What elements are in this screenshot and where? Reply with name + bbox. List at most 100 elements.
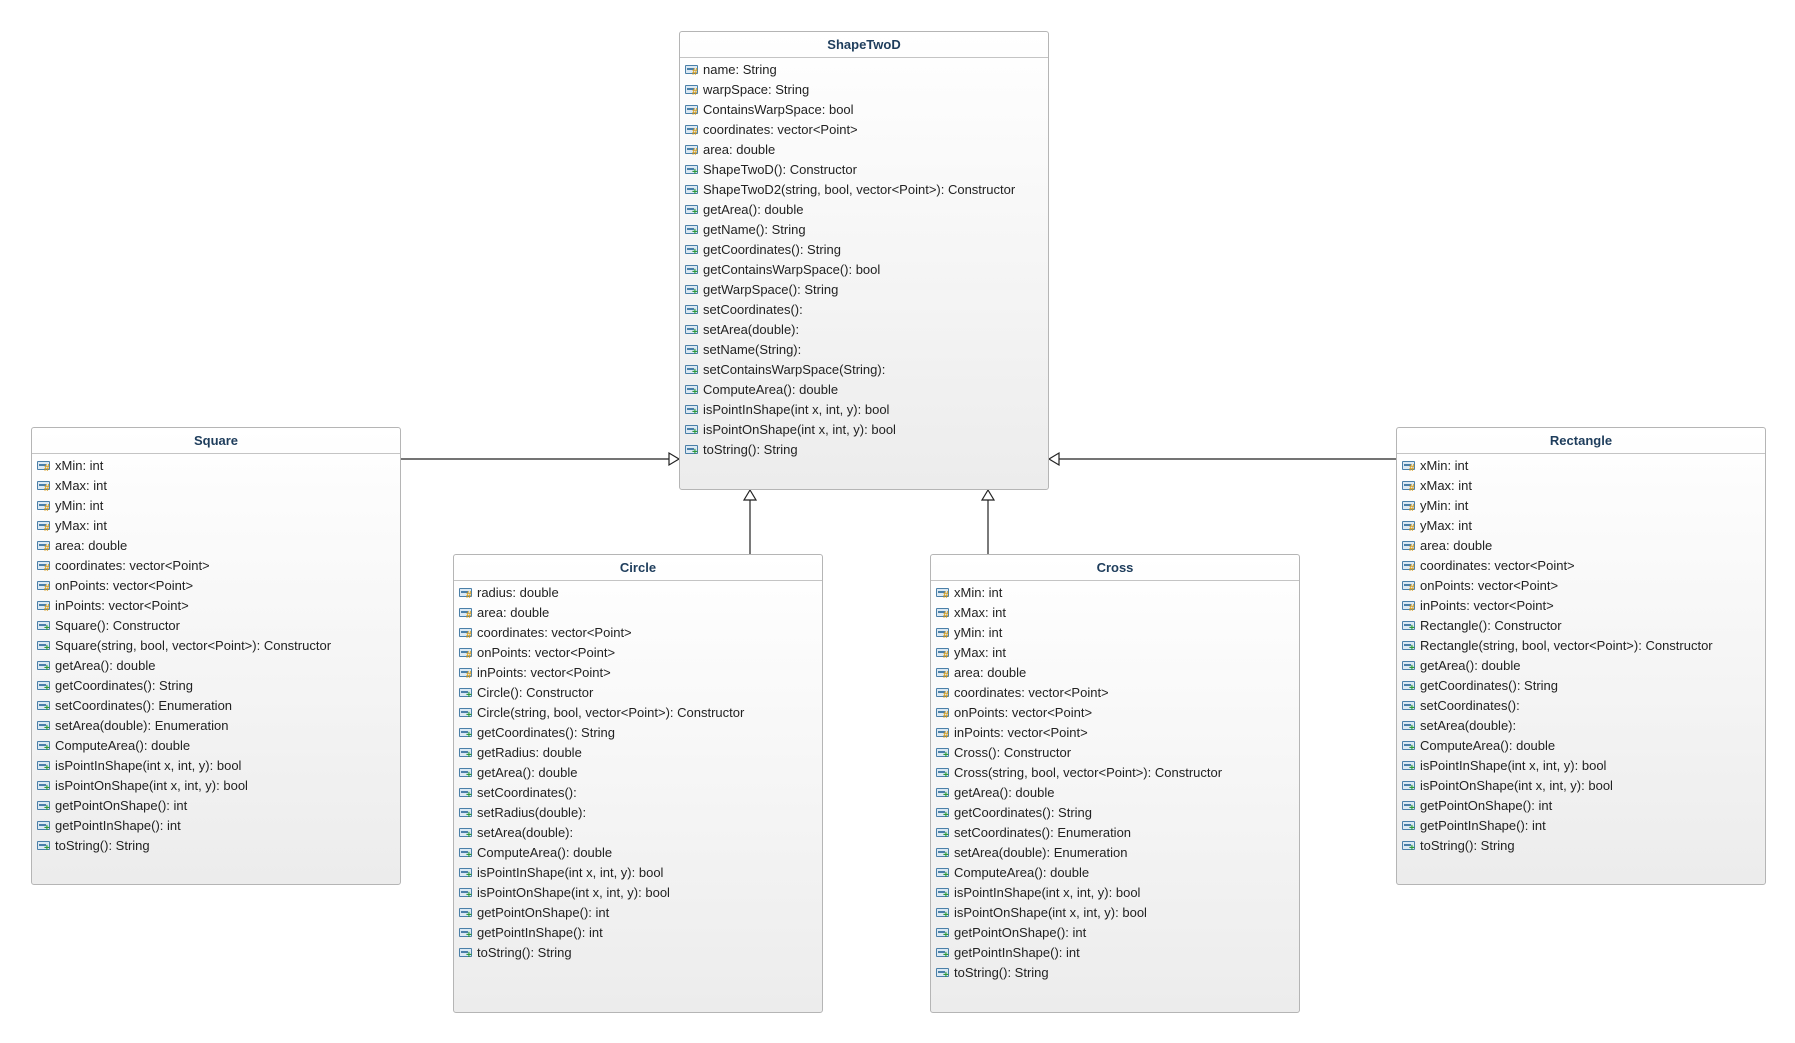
operation-row[interactable]: + getArea(): double bbox=[454, 763, 822, 783]
operation-row[interactable]: + getCoordinates(): String bbox=[931, 803, 1299, 823]
operation-row[interactable]: + ComputeArea(): double bbox=[680, 380, 1048, 400]
operation-row[interactable]: + getArea(): double bbox=[931, 783, 1299, 803]
operation-row[interactable]: + isPointOnShape(int x, int, y): bool bbox=[931, 903, 1299, 923]
operation-row[interactable]: + getCoordinates(): String bbox=[454, 723, 822, 743]
attribute-row[interactable]: # warpSpace: String bbox=[680, 80, 1048, 100]
attribute-row[interactable]: # yMin: int bbox=[931, 623, 1299, 643]
class-rectangle[interactable]: Rectangle # xMin: int # xMax: int # yMin: int #… bbox=[1396, 427, 1766, 885]
attribute-row[interactable]: # onPoints: vector<Point> bbox=[32, 576, 400, 596]
attribute-row[interactable]: # name: String bbox=[680, 60, 1048, 80]
attribute-row[interactable]: # yMax: int bbox=[931, 643, 1299, 663]
attribute-row[interactable]: # onPoints: vector<Point> bbox=[1397, 576, 1765, 596]
operation-row[interactable]: + setCoordinates(): bbox=[1397, 696, 1765, 716]
operation-row[interactable]: + isPointInShape(int x, int, y): bool bbox=[454, 863, 822, 883]
operation-row[interactable]: + Rectangle(): Constructor bbox=[1397, 616, 1765, 636]
attribute-row[interactable]: # area: double bbox=[32, 536, 400, 556]
operation-row[interactable]: + getPointOnShape(): int bbox=[32, 796, 400, 816]
operation-row[interactable]: + getPointInShape(): int bbox=[931, 943, 1299, 963]
attribute-row[interactable]: # coordinates: vector<Point> bbox=[454, 623, 822, 643]
attribute-row[interactable]: # xMax: int bbox=[931, 603, 1299, 623]
class-cross[interactable]: Cross # xMin: int # xMax: int # yMin: int # yMax… bbox=[930, 554, 1300, 1013]
attribute-row[interactable]: # inPoints: vector<Point> bbox=[1397, 596, 1765, 616]
operation-row[interactable]: + setCoordinates(): bbox=[454, 783, 822, 803]
class-circle[interactable]: Circle # radius: double # area: double # coord… bbox=[453, 554, 823, 1013]
operation-row[interactable]: + getCoordinates(): String bbox=[32, 676, 400, 696]
operation-row[interactable]: + toString(): String bbox=[680, 440, 1048, 460]
operation-row[interactable]: + getPointOnShape(): int bbox=[454, 903, 822, 923]
operation-row[interactable]: + setArea(double): Enumeration bbox=[931, 843, 1299, 863]
operation-row[interactable]: + getArea(): double bbox=[1397, 656, 1765, 676]
operation-row[interactable]: + isPointInShape(int x, int, y): bool bbox=[680, 400, 1048, 420]
operation-row[interactable]: + getPointInShape(): int bbox=[32, 816, 400, 836]
attribute-row[interactable]: # radius: double bbox=[454, 583, 822, 603]
operation-row[interactable]: + setArea(double): Enumeration bbox=[32, 716, 400, 736]
operation-row[interactable]: + getCoordinates(): String bbox=[680, 240, 1048, 260]
operation-row[interactable]: + toString(): String bbox=[1397, 836, 1765, 856]
operation-row[interactable]: + Rectangle(string, bool, vector<Point>):… bbox=[1397, 636, 1765, 656]
operation-row[interactable]: + ComputeArea(): double bbox=[1397, 736, 1765, 756]
operation-row[interactable]: + Cross(string, bool, vector<Point>): Con… bbox=[931, 763, 1299, 783]
operation-row[interactable]: + getPointInShape(): int bbox=[1397, 816, 1765, 836]
operation-row[interactable]: + toString(): String bbox=[931, 963, 1299, 983]
operation-row[interactable]: + isPointInShape(int x, int, y): bool bbox=[1397, 756, 1765, 776]
attribute-row[interactable]: # xMin: int bbox=[32, 456, 400, 476]
operation-row[interactable]: + ComputeArea(): double bbox=[931, 863, 1299, 883]
operation-row[interactable]: + setCoordinates(): bbox=[680, 300, 1048, 320]
attribute-row[interactable]: # xMin: int bbox=[1397, 456, 1765, 476]
attribute-row[interactable]: # inPoints: vector<Point> bbox=[931, 723, 1299, 743]
operation-row[interactable]: + toString(): String bbox=[32, 836, 400, 856]
attribute-row[interactable]: # yMax: int bbox=[1397, 516, 1765, 536]
attribute-row[interactable]: # area: double bbox=[680, 140, 1048, 160]
operation-row[interactable]: + setArea(double): bbox=[454, 823, 822, 843]
operation-row[interactable]: + toString(): String bbox=[454, 943, 822, 963]
class-square[interactable]: Square # xMin: int # xMax: int # yMin: int # yMa… bbox=[31, 427, 401, 885]
attribute-row[interactable]: # inPoints: vector<Point> bbox=[32, 596, 400, 616]
operation-row[interactable]: + isPointInShape(int x, int, y): bool bbox=[931, 883, 1299, 903]
attribute-row[interactable]: # yMax: int bbox=[32, 516, 400, 536]
attribute-row[interactable]: # coordinates: vector<Point> bbox=[32, 556, 400, 576]
operation-row[interactable]: + setCoordinates(): Enumeration bbox=[32, 696, 400, 716]
operation-row[interactable]: + getWarpSpace(): String bbox=[680, 280, 1048, 300]
operation-row[interactable]: + ComputeArea(): double bbox=[454, 843, 822, 863]
operation-row[interactable]: + getCoordinates(): String bbox=[1397, 676, 1765, 696]
attribute-row[interactable]: # xMax: int bbox=[1397, 476, 1765, 496]
operation-row[interactable]: + Square(): Constructor bbox=[32, 616, 400, 636]
operation-row[interactable]: + ShapeTwoD(): Constructor bbox=[680, 160, 1048, 180]
attribute-row[interactable]: # coordinates: vector<Point> bbox=[1397, 556, 1765, 576]
operation-row[interactable]: + ComputeArea(): double bbox=[32, 736, 400, 756]
attribute-row[interactable]: # onPoints: vector<Point> bbox=[454, 643, 822, 663]
operation-row[interactable]: + isPointInShape(int x, int, y): bool bbox=[32, 756, 400, 776]
attribute-row[interactable]: # area: double bbox=[1397, 536, 1765, 556]
operation-row[interactable]: + getArea(): double bbox=[32, 656, 400, 676]
attribute-row[interactable]: # yMin: int bbox=[1397, 496, 1765, 516]
operation-row[interactable]: + ShapeTwoD2(string, bool, vector<Point>)… bbox=[680, 180, 1048, 200]
operation-row[interactable]: + getPointOnShape(): int bbox=[931, 923, 1299, 943]
operation-row[interactable]: + Square(string, bool, vector<Point>): Co… bbox=[32, 636, 400, 656]
operation-row[interactable]: + Cross(): Constructor bbox=[931, 743, 1299, 763]
operation-row[interactable]: + isPointOnShape(int x, int, y): bool bbox=[32, 776, 400, 796]
attribute-row[interactable]: # area: double bbox=[454, 603, 822, 623]
operation-row[interactable]: + Circle(): Constructor bbox=[454, 683, 822, 703]
operation-row[interactable]: + isPointOnShape(int x, int, y): bool bbox=[1397, 776, 1765, 796]
operation-row[interactable]: + Circle(string, bool, vector<Point>): Co… bbox=[454, 703, 822, 723]
attribute-row[interactable]: # yMin: int bbox=[32, 496, 400, 516]
operation-row[interactable]: + setName(String): bbox=[680, 340, 1048, 360]
operation-row[interactable]: + isPointOnShape(int x, int, y): bool bbox=[454, 883, 822, 903]
operation-row[interactable]: + setCoordinates(): Enumeration bbox=[931, 823, 1299, 843]
class-shapetwod[interactable]: ShapeTwoD # name: String # warpSpace: String… bbox=[679, 31, 1049, 490]
operation-row[interactable]: + getContainsWarpSpace(): bool bbox=[680, 260, 1048, 280]
operation-row[interactable]: + setContainsWarpSpace(String): bbox=[680, 360, 1048, 380]
operation-row[interactable]: + getRadius: double bbox=[454, 743, 822, 763]
operation-row[interactable]: + getName(): String bbox=[680, 220, 1048, 240]
attribute-row[interactable]: # coordinates: vector<Point> bbox=[931, 683, 1299, 703]
operation-row[interactable]: + setRadius(double): bbox=[454, 803, 822, 823]
attribute-row[interactable]: # coordinates: vector<Point> bbox=[680, 120, 1048, 140]
attribute-row[interactable]: # ContainsWarpSpace: bool bbox=[680, 100, 1048, 120]
attribute-row[interactable]: # inPoints: vector<Point> bbox=[454, 663, 822, 683]
attribute-row[interactable]: # xMax: int bbox=[32, 476, 400, 496]
operation-row[interactable]: + setArea(double): bbox=[680, 320, 1048, 340]
operation-row[interactable]: + getArea(): double bbox=[680, 200, 1048, 220]
operation-row[interactable]: + getPointInShape(): int bbox=[454, 923, 822, 943]
attribute-row[interactable]: # xMin: int bbox=[931, 583, 1299, 603]
operation-row[interactable]: + isPointOnShape(int x, int, y): bool bbox=[680, 420, 1048, 440]
